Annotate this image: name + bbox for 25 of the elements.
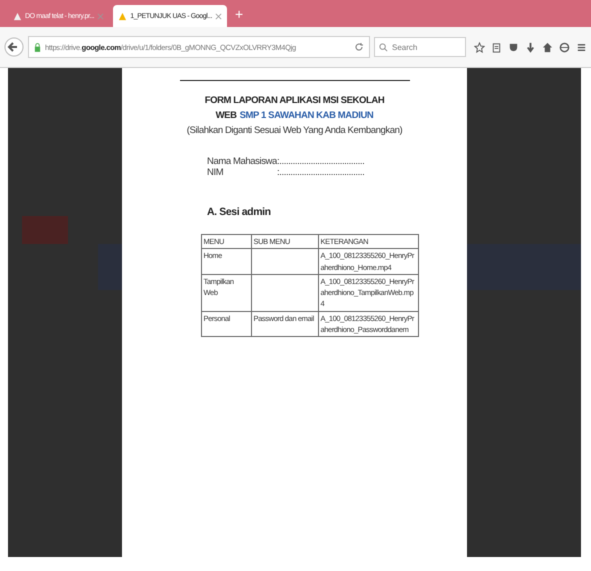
field-label: Nama Mahasiswa	[207, 156, 277, 167]
lock-icon	[34, 42, 41, 52]
document-note: (Silahkan Diganti Sesuai Web Yang Anda Kembangkan)	[186, 125, 402, 136]
download-icon[interactable]	[525, 42, 536, 52]
search-field[interactable]: Search	[374, 37, 466, 57]
document-title: FORM LAPORAN APLIKASI MSI SEKOLAH	[204, 95, 384, 106]
clipboard-icon[interactable]	[491, 42, 502, 52]
close-icon[interactable]	[215, 12, 222, 20]
back-icon[interactable]	[4, 37, 24, 57]
subtitle-prefix: WEB	[216, 110, 237, 121]
fill-in-line: :......................................	[277, 167, 364, 178]
search-icon	[379, 43, 388, 52]
reload-icon[interactable]	[354, 42, 364, 52]
star-icon[interactable]	[474, 42, 485, 52]
table-cell	[251, 248, 318, 274]
page-icon	[118, 12, 128, 20]
page-icon	[13, 12, 22, 20]
school-name: SMP 1 SAWAHAN KAB MADIUN	[240, 110, 374, 121]
table-cell	[251, 274, 318, 311]
fill-in-line: :......................................	[277, 156, 364, 167]
shield-icon[interactable]	[508, 42, 519, 52]
home-icon[interactable]	[542, 42, 553, 52]
menu-icon[interactable]	[576, 42, 587, 52]
field-label: NIM	[207, 167, 224, 178]
section-heading: A. Sesi admin	[207, 206, 271, 218]
